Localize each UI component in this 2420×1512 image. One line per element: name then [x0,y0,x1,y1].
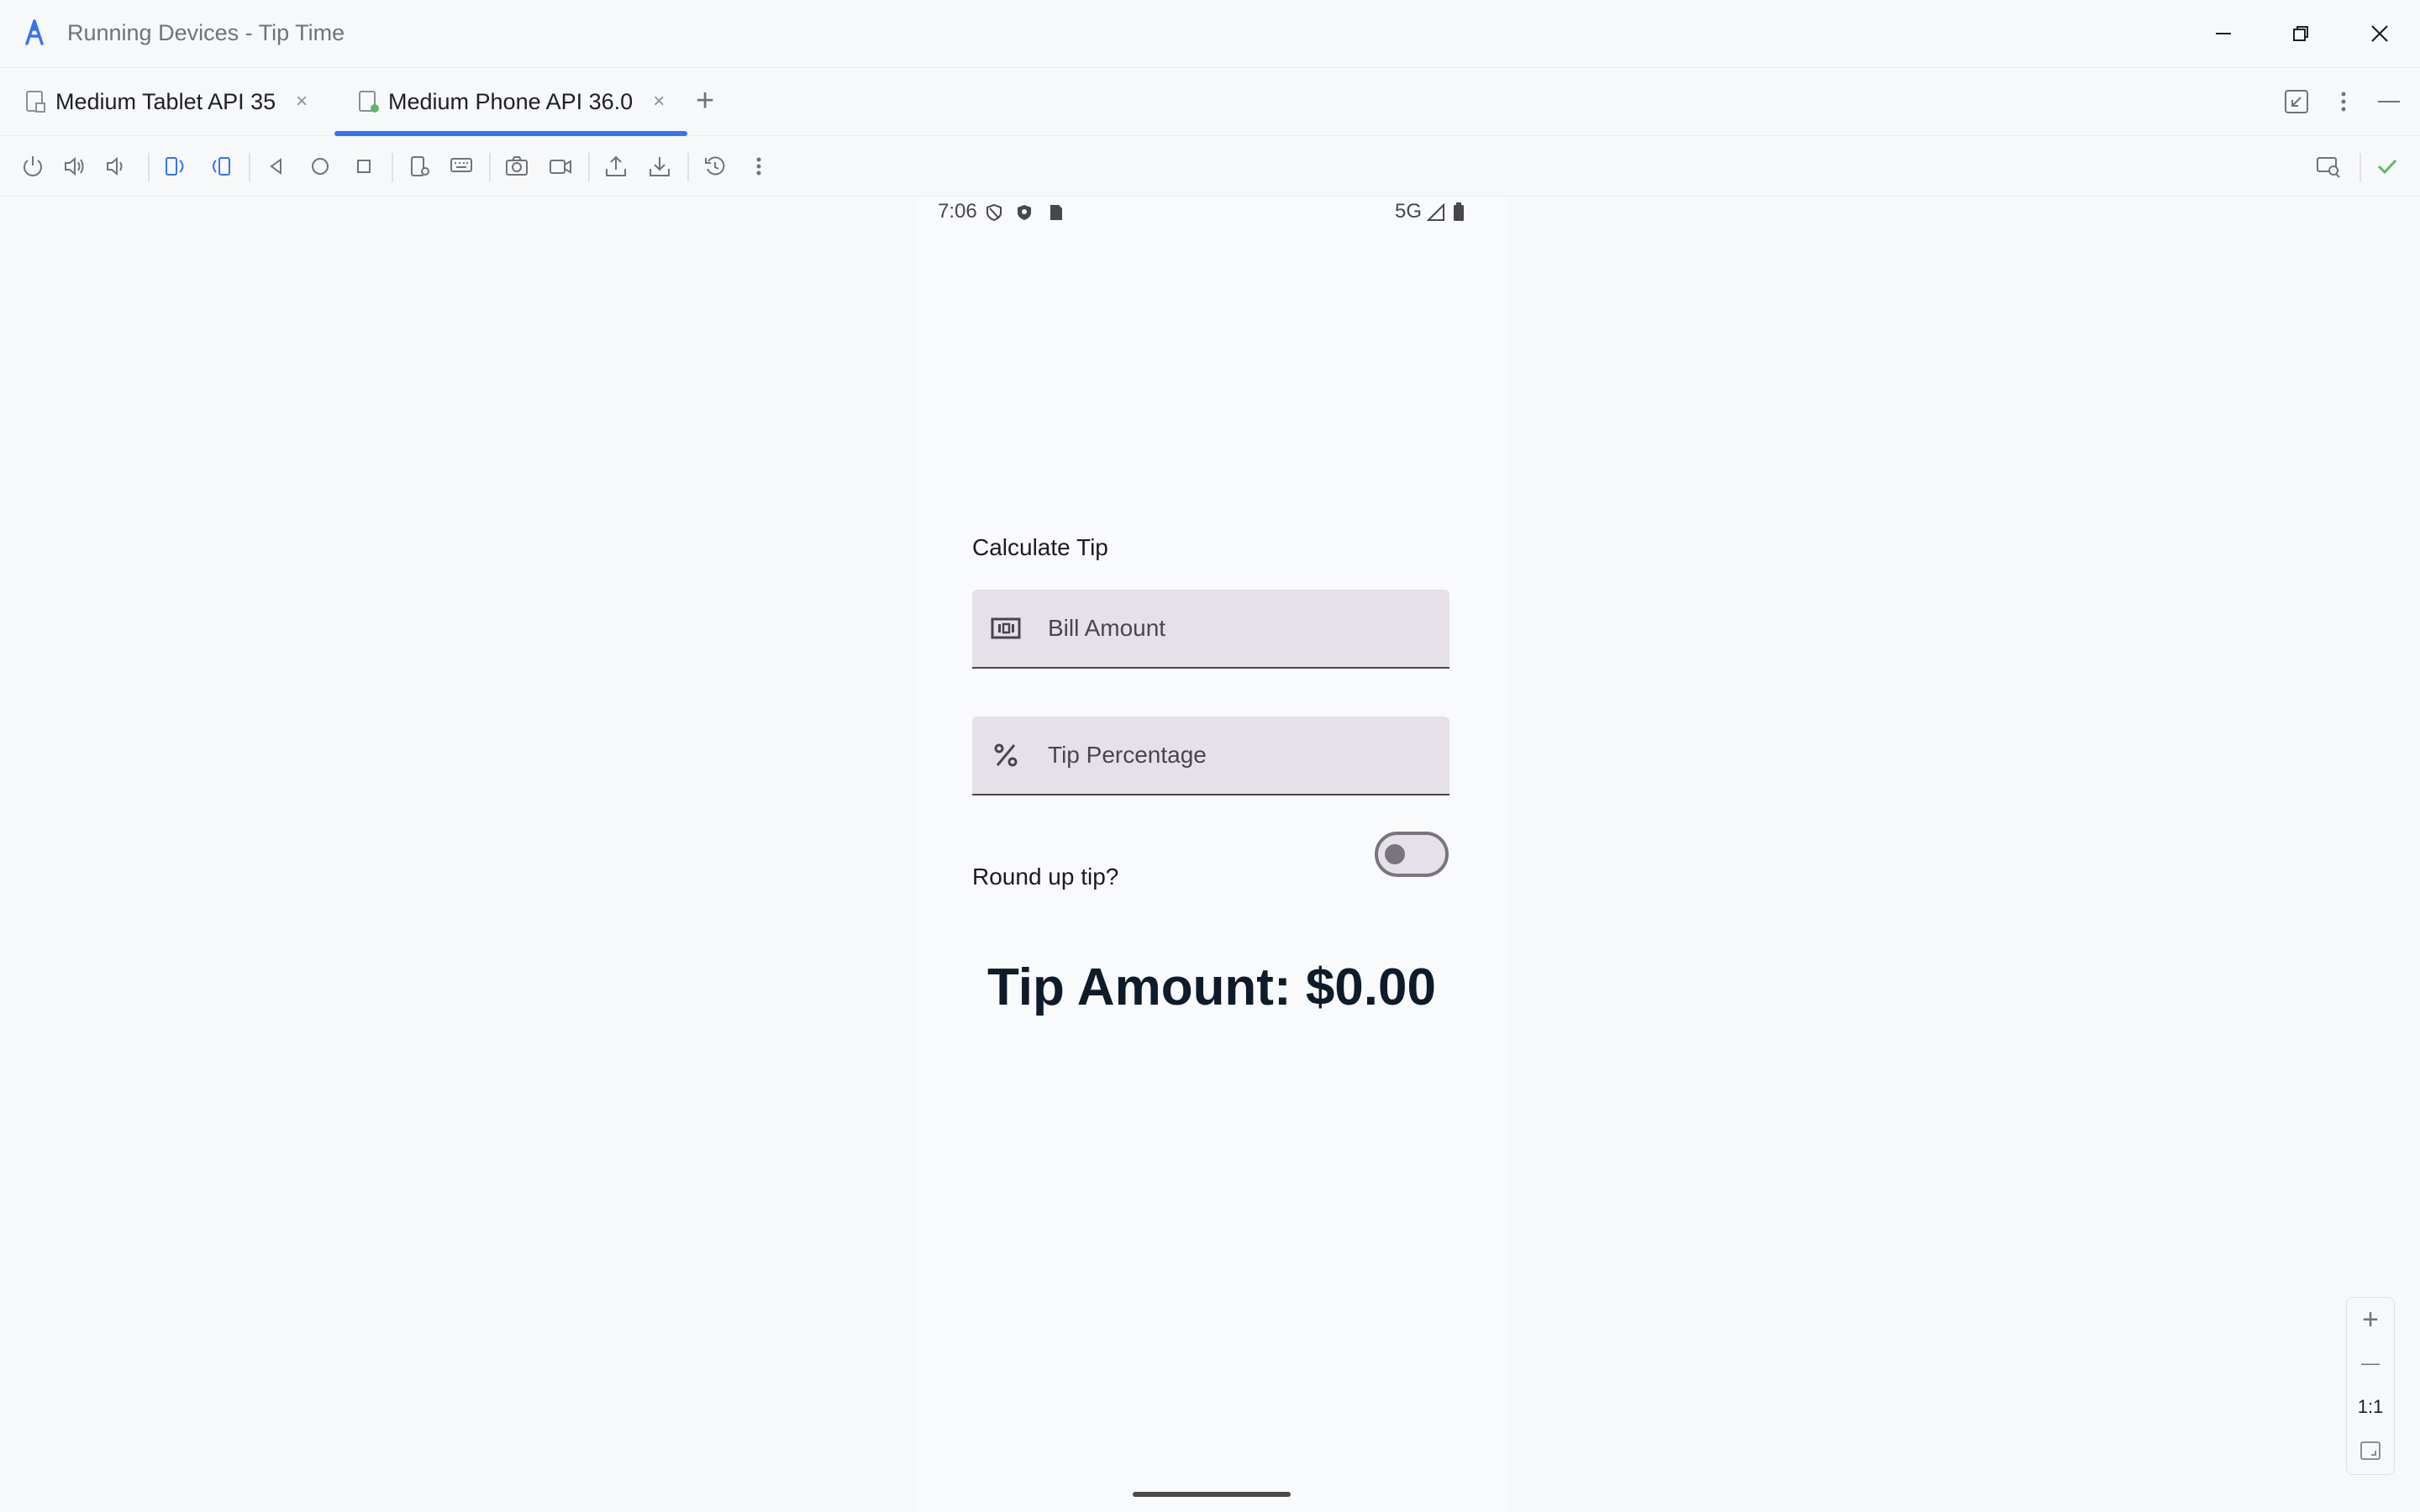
network-type: 5G [1395,200,1423,223]
overview-button[interactable] [348,150,380,182]
rotate-left-button[interactable] [160,150,192,182]
status-ok-icon [2377,159,2397,175]
volume-down-icon [107,156,123,176]
round-up-label: Round up tip? [972,864,1119,890]
add-tab-button[interactable]: + [696,81,714,121]
zoom-out-button[interactable]: — [2347,1341,2394,1385]
tab-close-button[interactable]: × [296,90,308,113]
sim-card-icon [1047,203,1065,222]
tab-close-button[interactable]: × [653,90,665,113]
restore-button[interactable] [2262,0,2339,67]
percent-icon [991,740,1021,770]
gesture-nav-handle[interactable] [1133,1492,1291,1497]
screenshot-icon [506,156,528,176]
device-running-icon [359,91,379,113]
bill-amount-placeholder: Bill Amount [1048,615,1166,641]
minimize-icon [2216,33,2231,34]
minimize-button[interactable] [2185,0,2262,67]
device-settings-icon [411,156,429,176]
volume-up-button[interactable] [59,150,91,182]
tab-medium-tablet[interactable]: Medium Tablet API 35 × [24,67,308,136]
rotate-right-icon [213,157,230,176]
tab-label: Medium Phone API 36.0 [388,88,634,114]
more-actions-button[interactable] [743,150,775,182]
home-icon [312,158,329,175]
zoom-panel: + — 1:1 [2346,1297,2395,1475]
volume-down-button[interactable] [101,150,133,182]
snapshot-button[interactable] [699,150,731,182]
toolbar-separator [687,153,689,181]
signal-icon [1427,203,1445,222]
home-button[interactable] [304,150,336,182]
toolbar-separator [588,153,590,181]
restore-icon [2293,26,2308,41]
toolbar-separator [2360,153,2361,181]
tip-percentage-placeholder: Tip Percentage [1048,742,1207,768]
status-ok-indicator [2371,150,2403,182]
device-mirror-icon [2317,157,2340,178]
pull-file-button[interactable] [644,150,676,182]
collapse-button[interactable] [2282,87,2311,116]
title-bar [0,0,2420,67]
device-mirror-button[interactable] [2312,150,2344,182]
status-time: 7:06 [938,200,977,223]
window-title: Running Devices - Tip Time [67,20,345,45]
zoom-in-button[interactable]: + [2347,1298,2394,1341]
fit-screen-icon [2360,1441,2381,1460]
security-shield-icon [1015,203,1034,222]
bill-amount-field[interactable]: Bill Amount [972,590,1449,669]
close-icon [2371,25,2388,42]
toolbar-separator [148,153,150,181]
device-settings-button[interactable] [403,150,435,182]
vpn-shield-icon [985,203,1003,222]
close-window-button[interactable] [2341,0,2418,67]
round-up-switch[interactable] [1375,832,1449,877]
push-file-button[interactable] [600,150,632,182]
screen-record-button[interactable] [544,150,576,182]
device-icon [26,91,45,113]
snapshot-icon [705,156,725,176]
power-icon [24,156,42,176]
zoom-actual-size-button[interactable]: 1:1 [2347,1385,2394,1429]
more-vertical-icon [2341,92,2346,112]
tab-label: Medium Tablet API 35 [55,88,276,114]
overview-icon [357,160,371,173]
screenshot-button[interactable] [501,150,533,182]
calculate-tip-heading: Calculate Tip [972,534,1108,560]
battery-icon [1452,202,1465,222]
keyboard-button[interactable] [445,150,477,182]
back-icon [270,158,281,175]
toolbar-separator [489,153,491,181]
pull-file-icon [650,157,670,176]
options-button[interactable] [2329,87,2358,116]
screen-record-icon [550,160,571,174]
keyboard-icon [450,158,472,172]
more-icon [756,157,761,176]
tab-medium-phone[interactable]: Medium Phone API 36.0 × [356,67,665,136]
power-button[interactable] [17,150,49,182]
toolbar-separator [392,153,393,181]
back-button[interactable] [260,150,292,182]
collapse-icon [2285,90,2308,113]
money-icon [991,613,1021,643]
tip-amount-text: Tip Amount: $0.00 [987,958,1436,1016]
toolbar-separator [249,153,250,181]
zoom-fit-button[interactable] [2347,1429,2394,1473]
push-file-icon [606,155,626,176]
rotate-left-icon [166,157,184,176]
tip-percentage-field[interactable]: Tip Percentage [972,717,1449,795]
minimize-panel-icon [2378,101,2400,102]
switch-thumb [1385,844,1405,864]
rotate-right-button[interactable] [205,150,237,182]
hide-panel-button[interactable] [2375,87,2403,116]
volume-up-icon [65,156,84,176]
android-studio-logo-icon [22,18,47,47]
